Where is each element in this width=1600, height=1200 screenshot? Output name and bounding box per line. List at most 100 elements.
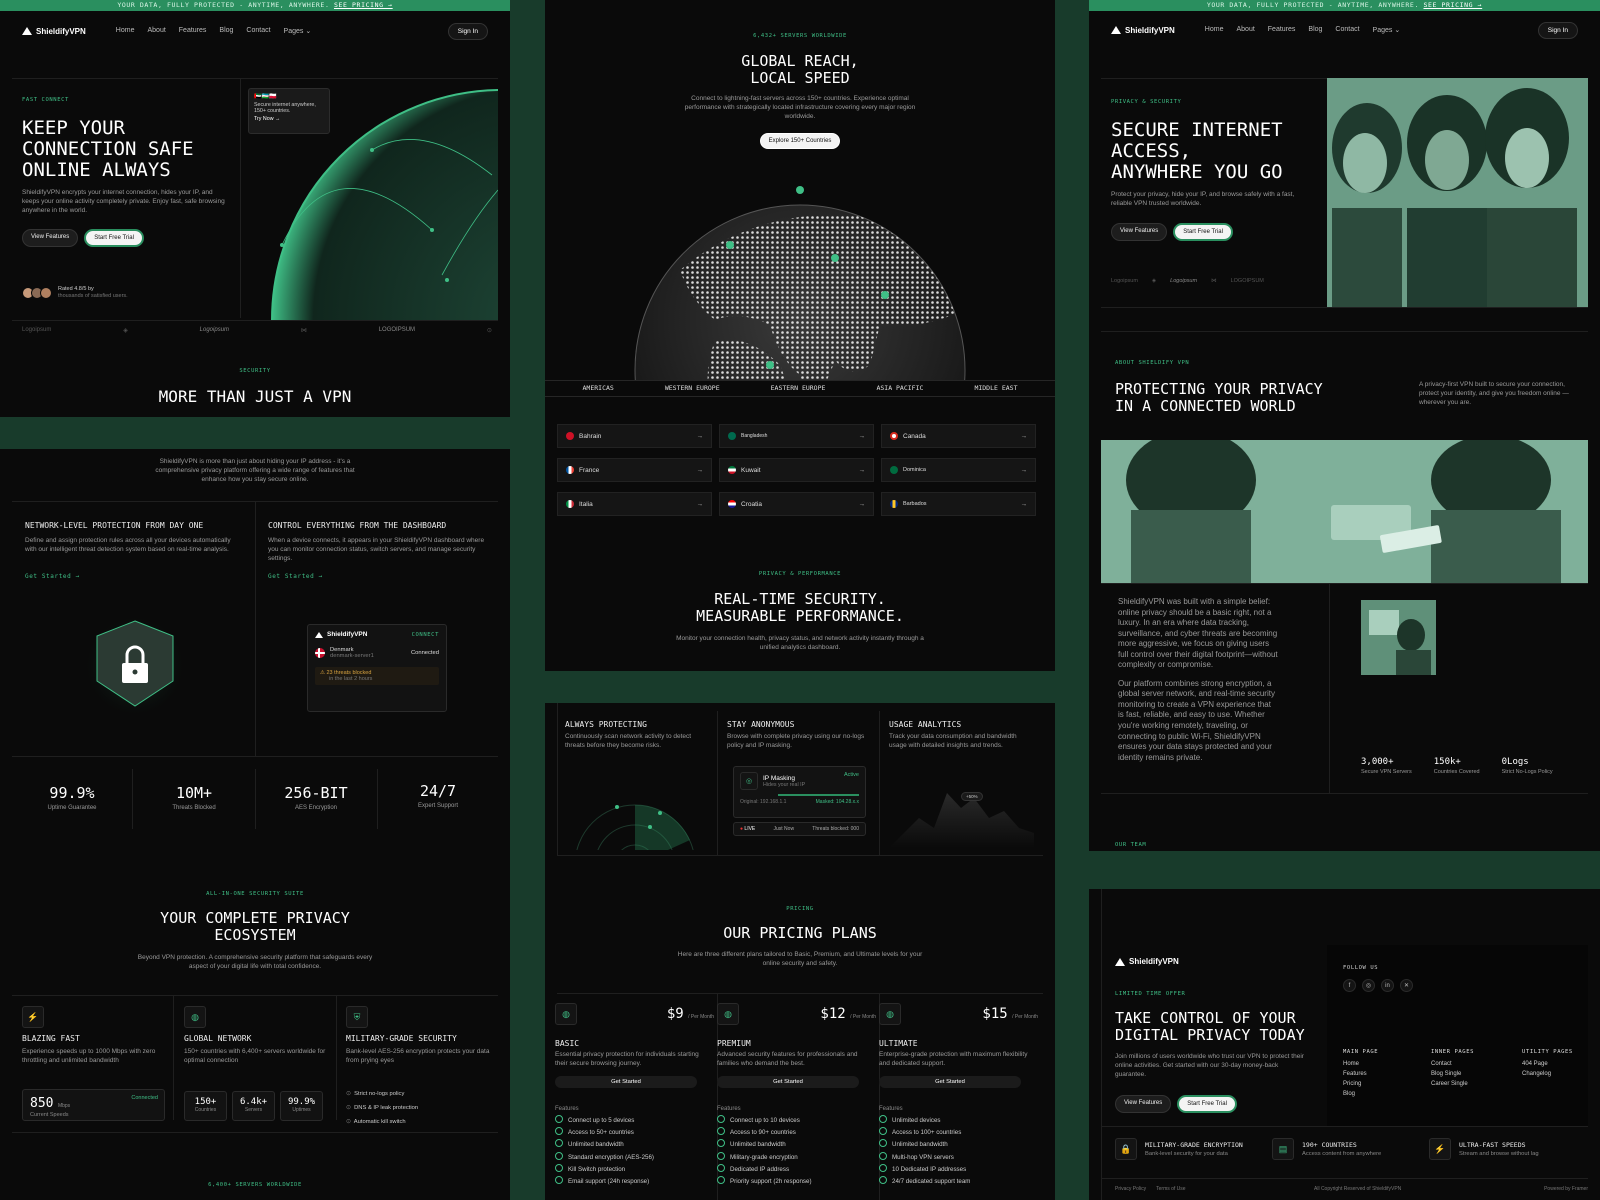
terms-link[interactable]: Terms of Use (1156, 1186, 1185, 1192)
feature-description: Define and assign protection rules acros… (25, 537, 231, 553)
footer-link[interactable]: Blog Single (1431, 1069, 1474, 1079)
privacy-policy-link[interactable]: Privacy Policy (1115, 1186, 1146, 1192)
footer-col-inner: INNER PAGES Contact Blog Single Career Sin… (1431, 1049, 1475, 1089)
footer-col-main: MAIN PAGE Home Features Pricing Blog (1343, 1049, 1379, 1099)
warning-icon: ⚠ (320, 670, 325, 676)
arrow-right-icon: → (1020, 466, 1028, 474)
footer-logo[interactable]: ShieldifyVPN (1115, 957, 1179, 966)
footer-link[interactable]: Contact (1431, 1059, 1474, 1069)
footer-link[interactable]: Career Single (1431, 1079, 1474, 1089)
partner-logo: Logoipsum (1111, 278, 1138, 284)
tab-eastern-europe[interactable]: EASTERN EUROPE (771, 384, 826, 392)
get-started-button[interactable]: Get Started (555, 1076, 697, 1088)
country-row[interactable]: Italia → (557, 492, 712, 516)
get-started-link[interactable]: Get Started → (25, 573, 80, 580)
get-started-button[interactable]: Get Started (879, 1076, 1021, 1088)
footer-link[interactable]: Home (1343, 1059, 1378, 1069)
arrow-right-icon: → (858, 432, 866, 440)
start-trial-button[interactable]: Start Free Trial (1173, 223, 1233, 241)
nav-link-blog[interactable]: Blog (219, 27, 233, 35)
stat-uptime: 99.9% Uptime Guarantee (47, 784, 97, 811)
network-stats: 150+ Countries 6.4k+ Servers 99.9% Uptimes (184, 1091, 323, 1121)
tab-asia-pacific[interactable]: ASIA PACIFIC (876, 384, 923, 392)
global-description: Connect to lightning-fast servers across… (684, 95, 916, 120)
realtime-col-desc: Browse with complete privacy using our n… (727, 733, 865, 749)
linkedin-icon[interactable]: in (1381, 979, 1394, 992)
region-tabs: AMERICAS WESTERN EUROPE EASTERN EUROPE A… (557, 380, 1043, 396)
server-icon: ▤ (1272, 1138, 1294, 1160)
nav-link-pages[interactable]: Pages ⌄ (284, 27, 312, 35)
nav-link-blog[interactable]: Blog (1308, 26, 1322, 34)
tab-middle-east[interactable]: MIDDLE EAST (974, 384, 1017, 392)
flag-icon (566, 432, 574, 440)
start-trial-button[interactable]: Start Free Trial (1177, 1095, 1237, 1113)
country-row[interactable]: Canada → (881, 424, 1036, 448)
country-row[interactable]: France → (557, 458, 712, 482)
country-row[interactable]: Dominica → (881, 458, 1036, 482)
nav-link-features[interactable]: Features (1268, 26, 1296, 34)
country-row[interactable]: Kuwait → (719, 458, 874, 482)
footer-link[interactable]: Blog (1343, 1089, 1378, 1099)
tab-americas[interactable]: AMERICAS (583, 384, 614, 392)
avatar (40, 287, 52, 300)
offer-tag: LIMITED TIME OFFER (1115, 991, 1186, 997)
about-tag: ABOUT SHIELDIFY VPN (1115, 360, 1190, 366)
x-icon[interactable]: ✕ (1400, 979, 1413, 992)
flag-icon (890, 432, 898, 440)
plan-icon: ◍ (555, 1003, 577, 1025)
country-row[interactable]: Bahrain → (557, 424, 712, 448)
follow-heading: FOLLOW US (1343, 965, 1379, 971)
logo[interactable]: ShieldifyVPN (22, 27, 86, 36)
flag-icon (728, 466, 736, 474)
sign-in-button[interactable]: Sign In (1537, 21, 1578, 39)
plan-features: Unlimited devices Access to 100+ countrie… (879, 1115, 970, 1188)
get-started-link[interactable]: Get Started → (268, 573, 323, 580)
try-now-link[interactable]: Try Now → (254, 116, 324, 122)
country-row[interactable]: Croatia → (719, 492, 874, 516)
realtime-col-title: USAGE ANALYTICS (889, 720, 962, 729)
get-started-button[interactable]: Get Started (717, 1076, 859, 1088)
footer-link[interactable]: Changelog (1522, 1069, 1573, 1079)
view-features-button[interactable]: View Features (22, 229, 79, 247)
partner-logo: Logoipsum (1170, 278, 1198, 284)
footer-link[interactable]: Pricing (1343, 1079, 1378, 1089)
hero-title: KEEP YOUR CONNECTION SAFE ONLINE ALWAYS (22, 117, 194, 181)
lock-icon (85, 614, 185, 718)
nav-link-contact[interactable]: Contact (1335, 26, 1359, 34)
nav-link-features[interactable]: Features (179, 27, 207, 35)
view-features-button[interactable]: View Features (1111, 223, 1168, 241)
nav-link-home[interactable]: Home (1205, 26, 1224, 34)
nav-link-pages[interactable]: Pages ⌄ (1373, 26, 1401, 34)
instagram-icon[interactable]: ◎ (1362, 979, 1375, 992)
logo[interactable]: ShieldifyVPN (1111, 26, 1175, 35)
partner-logo: ⋈ (300, 328, 307, 334)
sign-in-button[interactable]: Sign In (447, 22, 488, 40)
promo-banner: YOUR DATA, FULLY PROTECTED - ANYTIME, AN… (1089, 0, 1600, 11)
banner-pricing-link[interactable]: SEE PRICING → (1423, 1, 1482, 9)
banner-pricing-link[interactable]: SEE PRICING → (334, 1, 393, 9)
powered-by: Powered by Framer (1544, 1186, 1588, 1192)
ecosystem-col-desc: Bank-level AES-256 encryption protects y… (346, 1048, 490, 1064)
footer-link[interactable]: Features (1343, 1069, 1378, 1079)
lightning-icon: ⚡ (1429, 1138, 1451, 1160)
nav-link-home[interactable]: Home (116, 27, 135, 35)
nav-link-about[interactable]: About (147, 27, 165, 35)
ecosystem-col-title: GLOBAL NETWORK (184, 1034, 252, 1043)
facebook-icon[interactable]: f (1343, 979, 1356, 992)
explore-countries-button[interactable]: Explore 150+ Countries (759, 133, 841, 149)
start-trial-button[interactable]: Start Free Trial (84, 229, 144, 247)
tab-western-europe[interactable]: WESTERN EUROPE (665, 384, 720, 392)
feature-title: CONTROL EVERYTHING FROM THE DASHBOARD (268, 521, 447, 530)
promo-banner: YOUR DATA, FULLY PROTECTED - ANYTIME, AN… (0, 0, 510, 11)
pricing-plans: ◍ $9 / Per Month BASIC Essential privacy… (545, 1003, 1055, 1200)
nav-link-about[interactable]: About (1236, 26, 1254, 34)
country-row[interactable]: Bangladesh → (719, 424, 874, 448)
country-row[interactable]: Barbados → (881, 492, 1036, 516)
footer-link[interactable]: 404 Page (1522, 1059, 1573, 1069)
ecosystem-title: YOUR COMPLETE PRIVACY ECOSYSTEM (160, 909, 350, 944)
servers-tag: 6,400+ SERVERS WORLDWIDE (208, 1182, 302, 1188)
nav-link-contact[interactable]: Contact (246, 27, 270, 35)
arrow-right-icon: → (858, 466, 866, 474)
realtime-col-title: STAY ANONYMOUS (727, 720, 795, 729)
view-features-button[interactable]: View Features (1115, 1095, 1172, 1113)
